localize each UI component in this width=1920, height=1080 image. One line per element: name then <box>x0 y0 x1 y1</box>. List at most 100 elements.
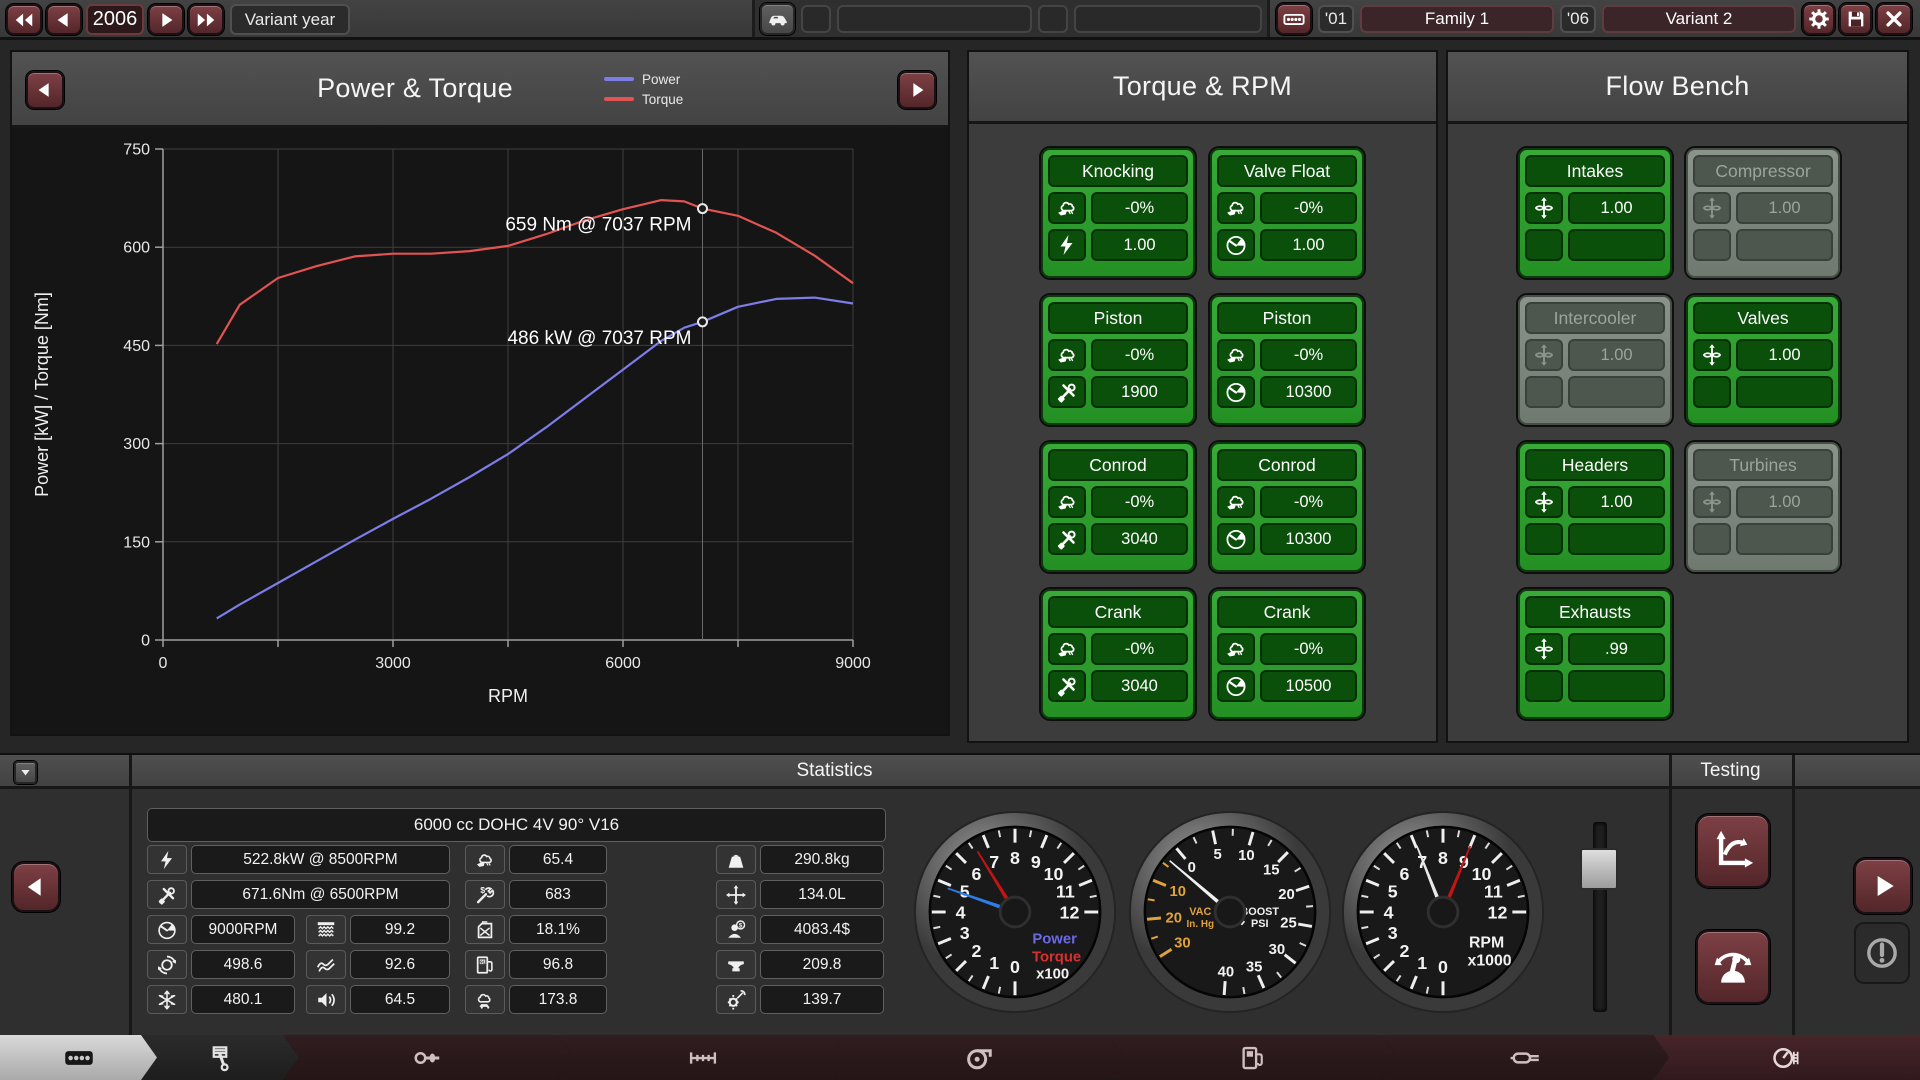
engine-manager-button[interactable] <box>1276 3 1312 35</box>
power-legend-label: Power <box>642 72 680 87</box>
status-box-knocking[interactable]: Knocking -0% 1.00 <box>1041 148 1195 278</box>
torque-legend-swatch <box>604 97 634 101</box>
gauge-icon <box>147 915 187 944</box>
service-cost-icon: $ <box>465 880 505 909</box>
statistics-strip: Statistics Testing 6000 cc DOHC 4V 90° V… <box>0 753 1920 1035</box>
svg-text:11: 11 <box>1484 882 1503 902</box>
svg-text:2: 2 <box>972 941 982 961</box>
save-button[interactable] <box>1839 3 1872 35</box>
status-box-intakes[interactable]: Intakes 1.00 <box>1518 148 1672 278</box>
box-title: Headers <box>1525 449 1665 481</box>
power-torque-panel: Power & Torque Power Torque 0 150 300 45… <box>10 50 950 736</box>
year-next-button[interactable] <box>148 4 184 35</box>
tools-icon <box>147 880 187 909</box>
box-value <box>1736 523 1833 555</box>
airflow-icon <box>1525 192 1563 224</box>
svg-text:3: 3 <box>960 923 970 943</box>
status-box-crank[interactable]: Crank -0% 3040 <box>1041 589 1195 719</box>
status-box-piston[interactable]: Piston -0% 10300 <box>1210 295 1364 425</box>
empty-icon-slot <box>1525 376 1563 408</box>
status-box-intercooler[interactable]: Intercooler 1.00 <box>1518 295 1672 425</box>
knock-icon <box>1048 192 1086 224</box>
fuel-pump-icon <box>1238 1043 1268 1073</box>
status-box-crank[interactable]: Crank -0% 10500 <box>1210 589 1364 719</box>
svg-text:8: 8 <box>1438 848 1448 868</box>
status-box-piston[interactable]: Piston -0% 1900 <box>1041 295 1195 425</box>
year-rewind-button[interactable] <box>6 4 42 35</box>
empty-slot <box>801 5 831 33</box>
svg-text:40: 40 <box>1218 965 1235 981</box>
box-title: Exhausts <box>1525 596 1665 628</box>
tab-top-end[interactable] <box>283 1035 573 1080</box>
chart-prev-button[interactable] <box>26 71 64 109</box>
tab-fuel-system[interactable] <box>1108 1035 1397 1080</box>
status-box-compressor[interactable]: Compressor 1.00 <box>1686 148 1840 278</box>
car-model-button[interactable] <box>760 3 795 35</box>
svg-text:6000: 6000 <box>605 655 641 672</box>
svg-text:30: 30 <box>1174 936 1191 952</box>
stat-value: 173.8 <box>509 985 607 1014</box>
response-icon <box>147 950 187 979</box>
status-box-valve-float[interactable]: Valve Float -0% 1.00 <box>1210 148 1364 278</box>
empty-slot <box>837 5 1032 33</box>
box-value: 10500 <box>1260 670 1357 702</box>
results-next-button[interactable] <box>1854 858 1912 914</box>
status-box-conrod[interactable]: Conrod -0% 10300 <box>1210 442 1364 572</box>
status-box-valves[interactable]: Valves 1.00 <box>1686 295 1840 425</box>
svg-text:300: 300 <box>123 436 150 453</box>
stat-value: 498.6 <box>191 950 295 979</box>
box-title: Conrod <box>1217 449 1357 481</box>
year-prev-button[interactable] <box>46 4 82 35</box>
box-value: 1900 <box>1091 376 1188 408</box>
status-box-headers[interactable]: Headers 1.00 <box>1518 442 1672 572</box>
box-title: Crank <box>1048 596 1188 628</box>
airflow-icon <box>1525 633 1563 665</box>
tab-exhaust[interactable] <box>1381 1035 1669 1080</box>
status-box-turbines[interactable]: Turbines 1.00 <box>1686 442 1840 572</box>
engine-warning-button[interactable] <box>1854 922 1910 984</box>
box-title: Valves <box>1693 302 1833 334</box>
chart-next-button[interactable] <box>898 71 936 109</box>
variant-year-value: 2006 <box>86 4 144 35</box>
emissions-icon <box>465 985 505 1014</box>
box-value: 3040 <box>1091 523 1188 555</box>
status-box-exhausts[interactable]: Exhausts .99 <box>1518 589 1672 719</box>
tab-testing[interactable] <box>1653 1035 1920 1080</box>
tab-aspiration[interactable] <box>833 1035 1124 1080</box>
empty-slot <box>1074 5 1262 33</box>
box-title: Turbines <box>1693 449 1833 481</box>
close-button[interactable] <box>1876 3 1912 35</box>
stat-value: 18.1% <box>509 915 607 944</box>
empty-icon-slot <box>1525 229 1563 261</box>
boost-gauge: 0510152025303540102030VACIn. HgBOOSTPSI <box>1126 808 1334 1016</box>
tab-engine-family[interactable] <box>0 1035 157 1080</box>
turbo-icon <box>964 1043 994 1073</box>
year-forward-button[interactable] <box>188 4 224 35</box>
gauge-icon <box>1217 229 1255 261</box>
family-name-display[interactable]: Family 1 <box>1360 5 1554 33</box>
run-dyno-test-button[interactable] <box>1696 814 1770 888</box>
box-value <box>1568 376 1665 408</box>
gauge-icon <box>1217 523 1255 555</box>
variant-name-display[interactable]: Variant 2 <box>1602 5 1796 33</box>
svg-text:0: 0 <box>1438 957 1448 977</box>
tab-capacity[interactable] <box>557 1035 849 1080</box>
svg-text:11: 11 <box>1056 882 1075 902</box>
tab-bottom-end[interactable] <box>141 1035 299 1080</box>
status-box-conrod[interactable]: Conrod -0% 3040 <box>1041 442 1195 572</box>
svg-text:35: 35 <box>1246 960 1263 976</box>
box-title: Intakes <box>1525 155 1665 187</box>
svg-text:10: 10 <box>1238 848 1255 864</box>
empty-icon-slot <box>1525 523 1563 555</box>
svg-text:$: $ <box>739 922 743 929</box>
throttle-slider-handle[interactable] <box>1580 848 1618 890</box>
rpm-gauge: 0123456789101112RPMx1000 <box>1339 808 1547 1016</box>
svg-text:486 kW @ 7037 RPM: 486 kW @ 7037 RPM <box>507 328 691 349</box>
settings-button[interactable] <box>1802 3 1835 35</box>
box-value: 1.00 <box>1736 339 1833 371</box>
throttle-test-button[interactable] <box>1696 930 1770 1004</box>
stat-value: 480.1 <box>191 985 295 1014</box>
airflow-icon <box>1693 486 1731 518</box>
box-value: -0% <box>1091 339 1188 371</box>
box-title: Conrod <box>1048 449 1188 481</box>
